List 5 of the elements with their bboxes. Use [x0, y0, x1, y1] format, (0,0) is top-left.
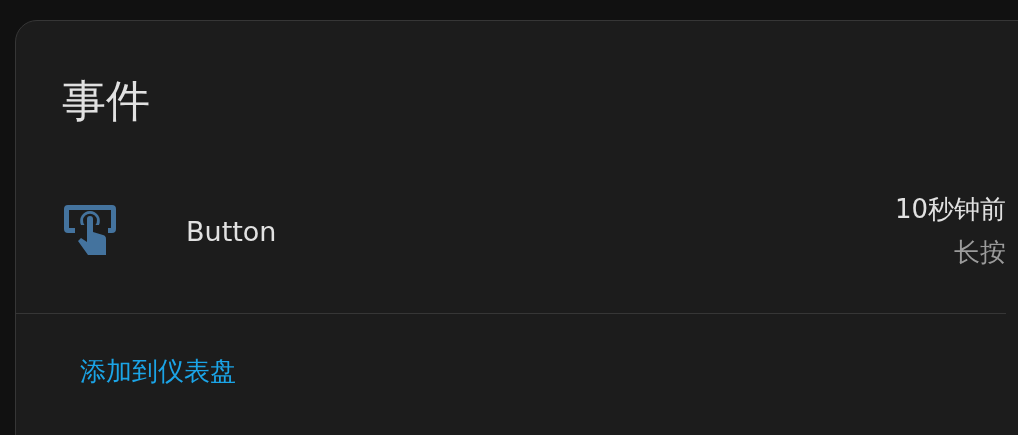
- add-to-dashboard-link[interactable]: 添加到仪表盘: [80, 356, 236, 386]
- card-title: 事件: [61, 74, 151, 125]
- entity-name: Button: [186, 215, 278, 247]
- last-changed-time: 10秒钟前: [894, 193, 1006, 226]
- event-state: 长按: [954, 236, 1006, 269]
